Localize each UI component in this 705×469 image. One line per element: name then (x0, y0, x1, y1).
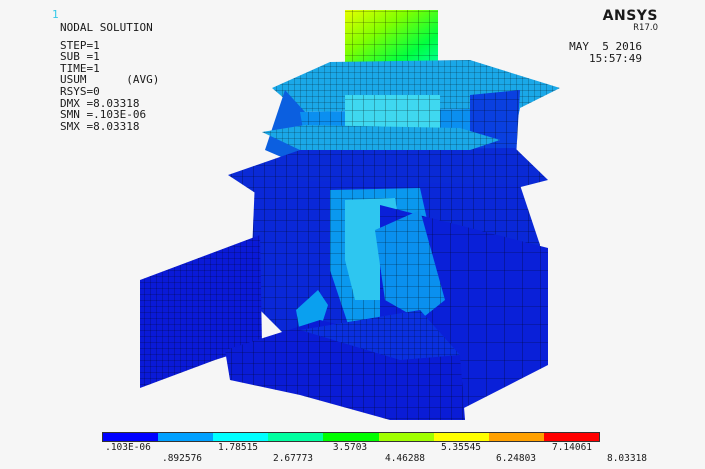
legend-label-top-2: 1.78515 (217, 442, 259, 453)
legend-swatch-6 (378, 433, 434, 441)
legend-label-top-4: 5.35545 (440, 442, 482, 453)
legend-swatch-2 (158, 433, 214, 441)
legend-swatch-4 (268, 433, 324, 441)
legend-label-bottom-4: 6.24803 (495, 453, 537, 464)
legend-swatch-5 (323, 433, 379, 441)
legend-label-bottom-5: 8.03318 (606, 453, 648, 464)
legend-swatch-9 (543, 433, 599, 441)
legend-label-bottom-2: 2.67773 (272, 453, 314, 464)
legend-label-bottom-3: 4.46288 (384, 453, 426, 464)
contour-legend-bar (102, 432, 600, 442)
legend-swatch-1 (103, 433, 159, 441)
legend-label-top-3: 3.5703 (332, 442, 368, 453)
legend-swatch-3 (213, 433, 269, 441)
legend-swatch-8 (488, 433, 544, 441)
model-contour-view[interactable] (0, 0, 705, 469)
legend-label-top-1: .103E-06 (105, 442, 151, 453)
legend-label-bottom-1: .892576 (161, 453, 203, 464)
legend-label-top-5: 7.14061 (551, 442, 593, 453)
legend-swatch-7 (433, 433, 489, 441)
